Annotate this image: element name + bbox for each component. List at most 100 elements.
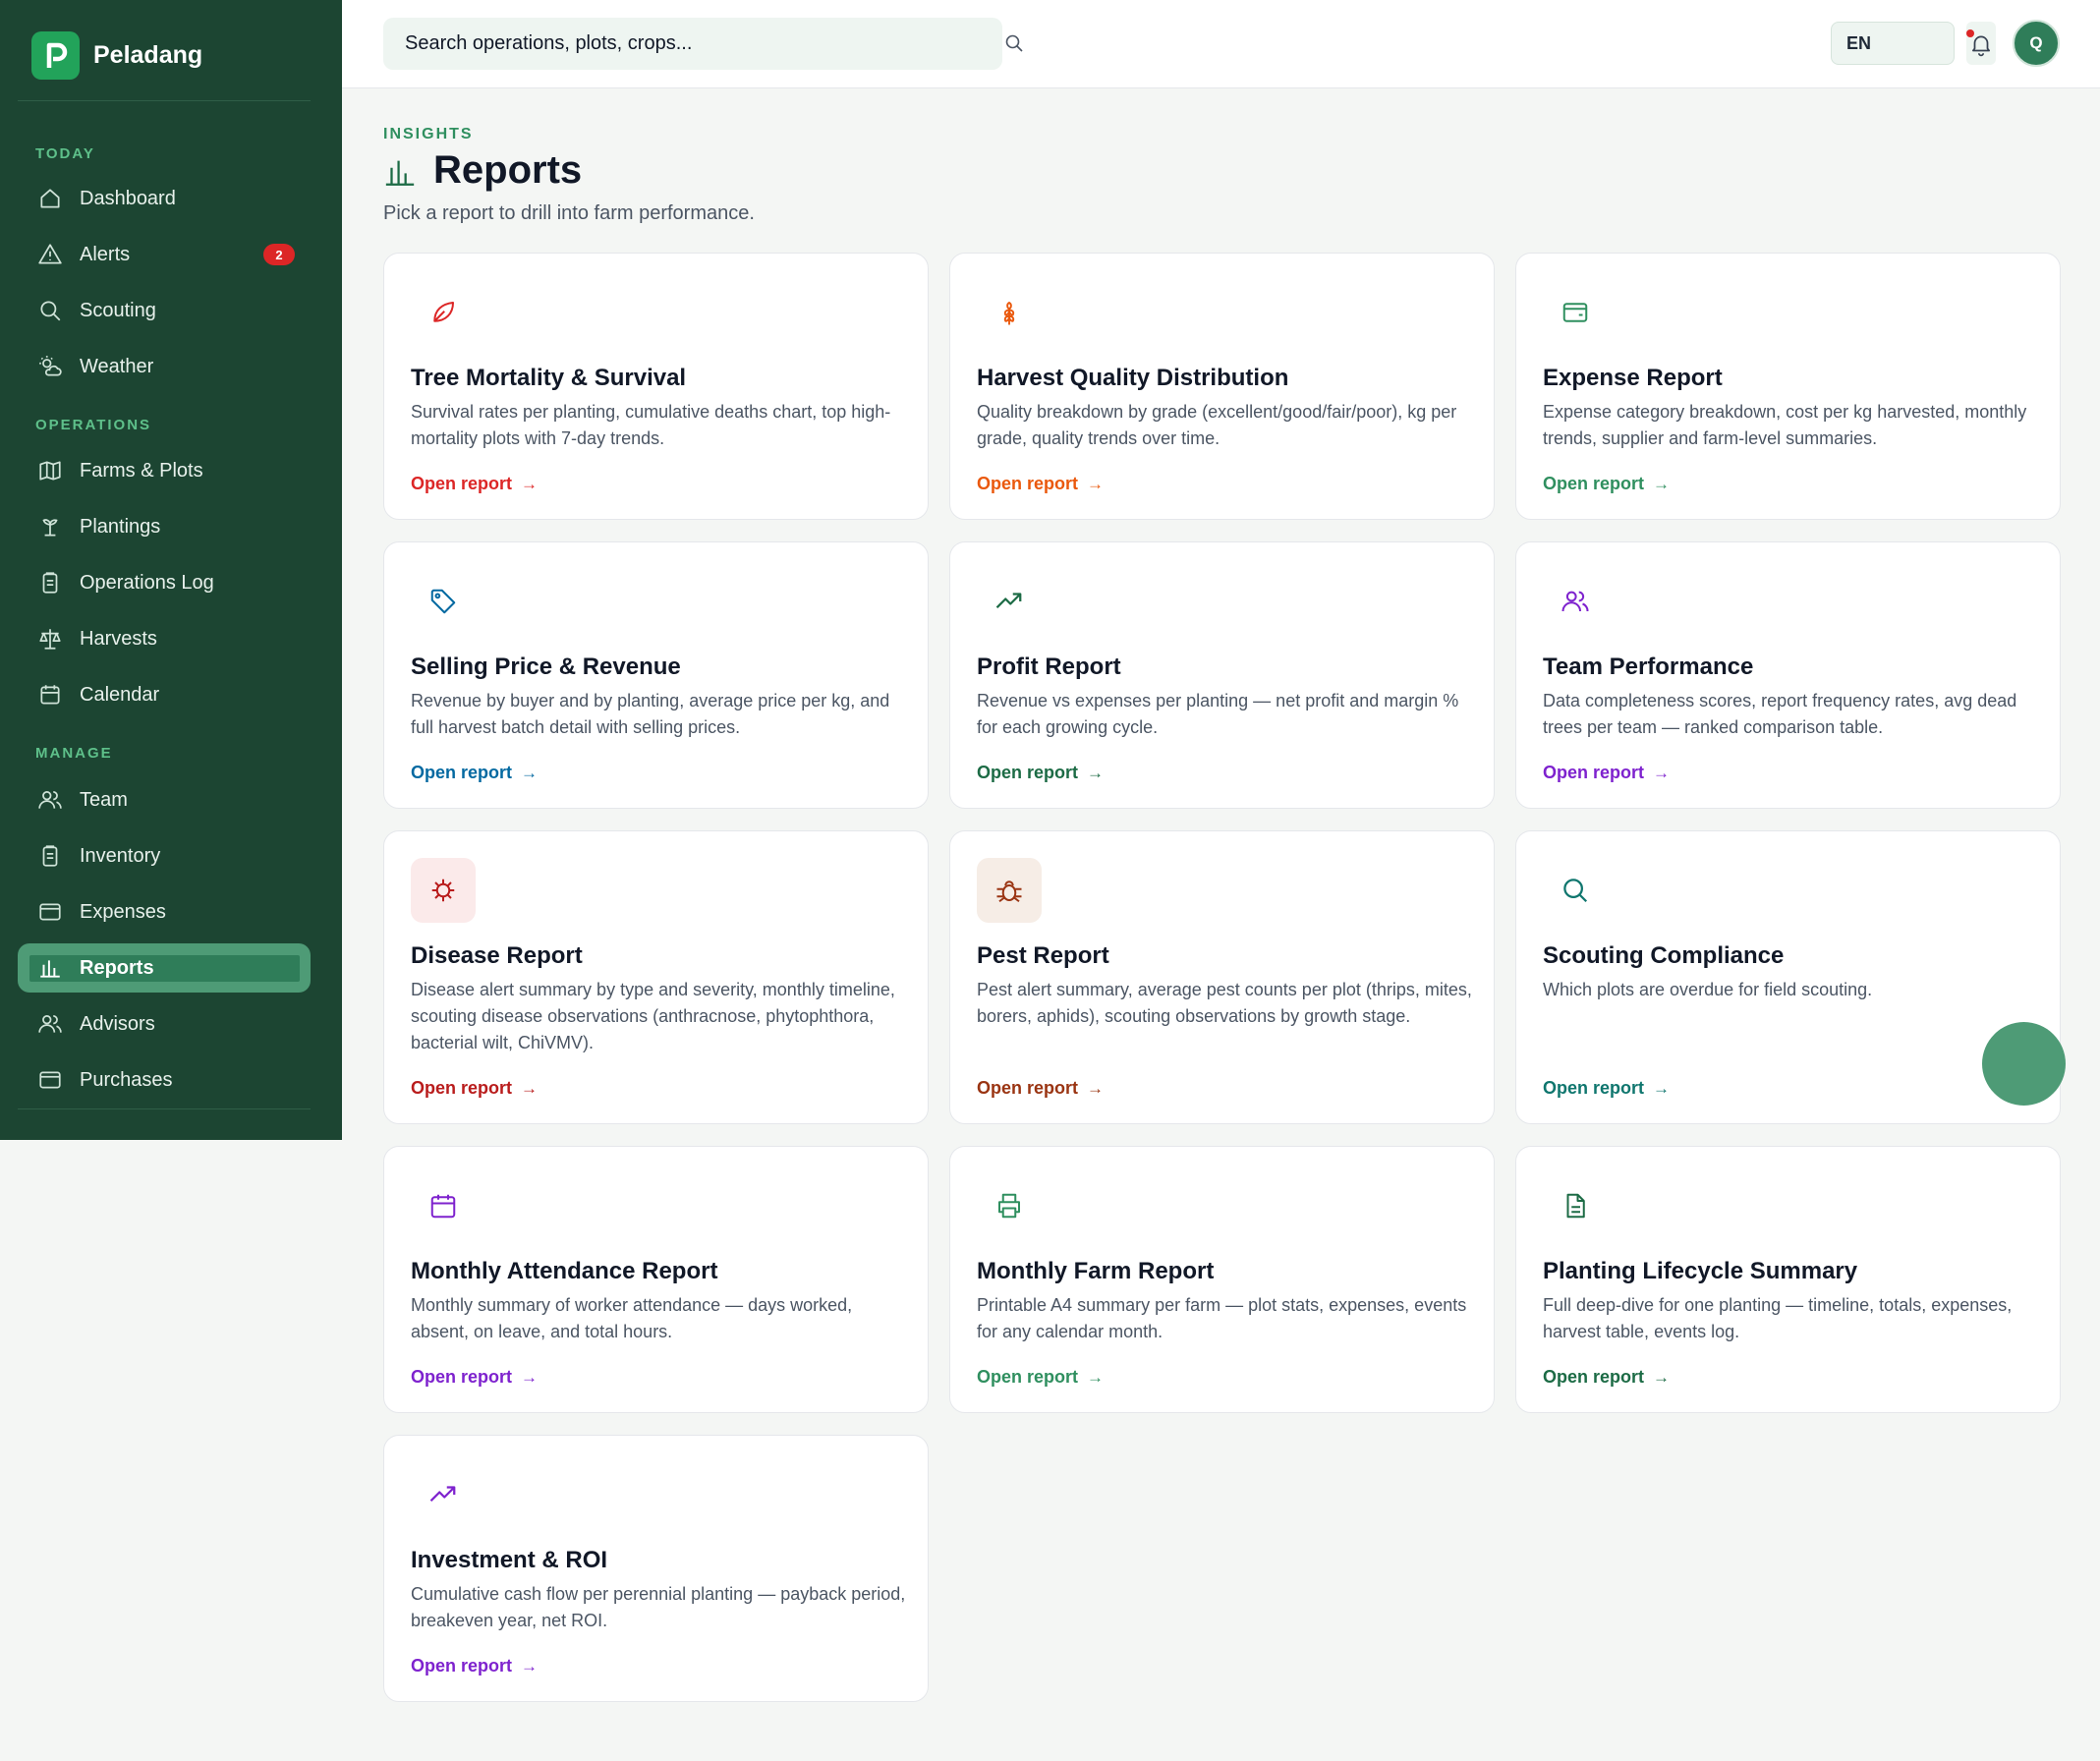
open-report-link[interactable]: Open report →: [411, 763, 538, 783]
open-report-link[interactable]: Open report →: [977, 763, 1104, 783]
card-description: Printable A4 summary per farm — plot sta…: [977, 1295, 1467, 1341]
sidebar-item-purchases[interactable]: Purchases: [18, 1055, 311, 1105]
search-icon[interactable]: [1002, 31, 1026, 55]
card-title: Harvest Quality Distribution: [977, 365, 1289, 391]
sidebar-item-label: Calendar: [80, 683, 160, 706]
notification-dot: [1966, 29, 1974, 37]
divider: [18, 100, 311, 101]
avatar[interactable]: Q: [2013, 20, 2060, 67]
arrow-right-icon: →: [521, 1367, 539, 1387]
report-card-selling-price[interactable]: Selling Price & Revenue Revenue by buyer…: [383, 541, 929, 809]
notifications-button[interactable]: [1966, 22, 1996, 65]
sidebar-item-advisors[interactable]: Advisors: [18, 999, 311, 1049]
open-report-link[interactable]: Open report →: [1543, 474, 1670, 494]
open-report-link[interactable]: Open report →: [411, 474, 538, 494]
card-icon: [1543, 280, 1608, 345]
arrow-right-icon: →: [1653, 1367, 1671, 1387]
sidebar: Peladang TODAY Dashboard Alerts 2 Scouti…: [0, 0, 342, 1140]
sidebar-item-farms-plots[interactable]: Farms & Plots: [18, 446, 311, 495]
sidebar-item-weather[interactable]: Weather: [18, 342, 311, 391]
tag-icon: [430, 589, 456, 614]
sidebar-item-label: Inventory: [80, 844, 161, 867]
arrow-right-icon: →: [1653, 474, 1671, 493]
sidebar-item-team[interactable]: Team: [18, 775, 311, 824]
arrow-right-icon: →: [1653, 1078, 1671, 1098]
divider: [18, 1108, 311, 1109]
card-icon: [977, 569, 1042, 634]
sidebar-item-dashboard[interactable]: Dashboard: [18, 174, 311, 223]
card-icon: [411, 858, 476, 923]
sidebar-item-calendar[interactable]: Calendar: [18, 670, 311, 719]
card-description: Revenue vs expenses per planting — net p…: [977, 691, 1459, 737]
brand[interactable]: Peladang: [31, 31, 202, 80]
link-label: Open report: [411, 474, 513, 493]
sidebar-item-label: Weather: [80, 355, 154, 377]
report-card-tree-mortality[interactable]: Tree Mortality & Survival Survival rates…: [383, 253, 929, 520]
trending-up-icon: [995, 593, 1022, 609]
report-card-team-performance[interactable]: Team Performance Data completeness score…: [1515, 541, 2061, 809]
sidebar-item-reports[interactable]: Reports: [18, 943, 311, 993]
sidebar-item-expenses[interactable]: Expenses: [18, 887, 311, 937]
open-report-link[interactable]: Open report →: [411, 1656, 538, 1676]
sidebar-item-label: Advisors: [80, 1012, 155, 1035]
card-description: Data completeness scores, report frequen…: [1543, 691, 2017, 737]
open-report-link[interactable]: Open report →: [1543, 763, 1670, 783]
card-description: Quality breakdown by grade (excellent/go…: [977, 402, 1457, 448]
section-label-operations: OPERATIONS: [35, 417, 152, 433]
sidebar-item-label: Reports: [80, 956, 154, 979]
bar-chart-icon: [40, 960, 60, 978]
sidebar-item-label: Team: [80, 788, 128, 811]
report-card-scouting-compliance[interactable]: Scouting Compliance Which plots are over…: [1515, 830, 2061, 1124]
sidebar-item-label: Scouting: [80, 299, 156, 321]
sidebar-item-label: Harvests: [80, 627, 157, 650]
report-card-harvest-quality[interactable]: Harvest Quality Distribution Quality bre…: [949, 253, 1495, 520]
wheat-icon: [1003, 302, 1015, 325]
clipboard-icon: [42, 845, 58, 867]
sidebar-item-label: Alerts: [80, 243, 131, 265]
open-report-link[interactable]: Open report →: [977, 1367, 1104, 1388]
report-card-planting-lifecycle[interactable]: Planting Lifecycle Summary Full deep-div…: [1515, 1146, 2061, 1413]
report-card-pest[interactable]: Pest Report Pest alert summary, average …: [949, 830, 1495, 1124]
card-title: Investment & ROI: [411, 1547, 608, 1573]
virus-icon: [431, 879, 455, 902]
link-label: Open report: [1543, 763, 1645, 782]
arrow-right-icon: →: [1653, 763, 1671, 782]
floating-action-button[interactable]: [1982, 1022, 2066, 1106]
sidebar-item-alerts[interactable]: Alerts 2: [18, 230, 311, 279]
open-report-link[interactable]: Open report →: [977, 1078, 1104, 1099]
sidebar-item-scouting[interactable]: Scouting: [18, 286, 311, 335]
report-card-expense[interactable]: Expense Report Expense category breakdow…: [1515, 253, 2061, 520]
sidebar-item-label: Operations Log: [80, 571, 214, 594]
report-card-profit[interactable]: Profit Report Revenue vs expenses per pl…: [949, 541, 1495, 809]
link-label: Open report: [977, 763, 1079, 782]
report-card-monthly-farm[interactable]: Monthly Farm Report Printable A4 summary…: [949, 1146, 1495, 1413]
sidebar-item-plantings[interactable]: Plantings: [18, 502, 311, 551]
card-title: Profit Report: [977, 653, 1121, 680]
scale-icon: [39, 629, 61, 650]
sidebar-item-operations-log[interactable]: Operations Log: [18, 558, 311, 607]
card-icon: [1543, 569, 1608, 634]
link-label: Open report: [1543, 474, 1645, 493]
language-selector[interactable]: EN: [1831, 22, 1955, 65]
sidebar-item-label: Expenses: [80, 900, 166, 923]
card-icon: [411, 569, 476, 634]
report-card-investment-roi[interactable]: Investment & ROI Cumulative cash flow pe…: [383, 1435, 929, 1702]
sidebar-item-harvests[interactable]: Harvests: [18, 614, 311, 663]
card-title: Tree Mortality & Survival: [411, 365, 687, 391]
link-label: Open report: [411, 1367, 513, 1387]
card-description: Pest alert summary, average pest counts …: [977, 980, 1472, 1026]
search-input[interactable]: [383, 18, 953, 70]
report-card-monthly-attendance[interactable]: Monthly Attendance Report Monthly summar…: [383, 1146, 929, 1413]
card-title: Selling Price & Revenue: [411, 653, 681, 680]
open-report-link[interactable]: Open report →: [1543, 1367, 1670, 1388]
arrow-right-icon: →: [1087, 474, 1105, 493]
link-label: Open report: [1543, 1078, 1645, 1098]
sidebar-item-inventory[interactable]: Inventory: [18, 831, 311, 880]
users-icon: [38, 1015, 62, 1033]
open-report-link[interactable]: Open report →: [411, 1367, 538, 1388]
topbar: EN Q: [342, 0, 2100, 88]
open-report-link[interactable]: Open report →: [1543, 1078, 1670, 1099]
open-report-link[interactable]: Open report →: [411, 1078, 538, 1099]
report-card-disease[interactable]: Disease Report Disease alert summary by …: [383, 830, 929, 1124]
open-report-link[interactable]: Open report →: [977, 474, 1104, 494]
